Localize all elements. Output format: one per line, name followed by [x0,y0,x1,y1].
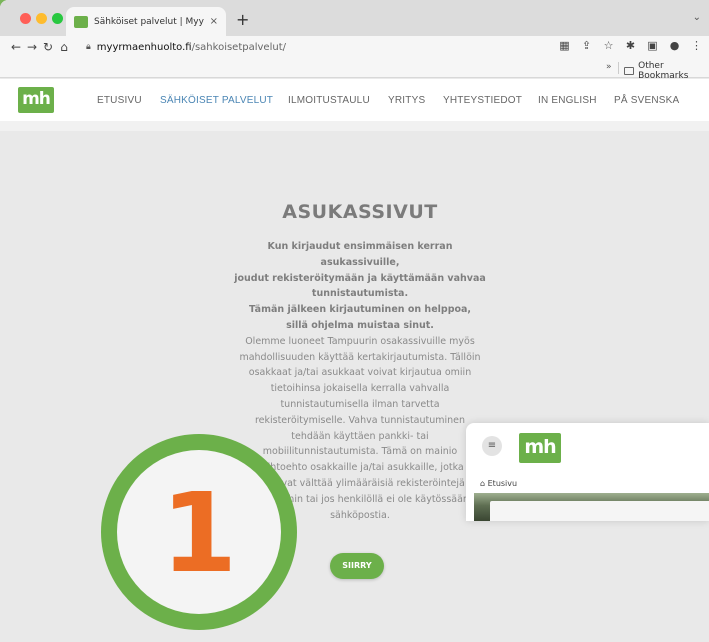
nav-item-yhteystiedot[interactable]: YHTEYSTIEDOT [443,95,522,106]
home-icon[interactable]: ⌂ [480,479,485,488]
intro-bold-line: sillä ohjelma muistaa sinut. [286,319,434,331]
translate-icon[interactable]: ▦ [558,39,571,52]
share-icon[interactable]: ⇪ [580,39,593,52]
bookmark-star-icon[interactable]: ☆ [602,39,615,52]
nav-item-ilmoitustaulu[interactable]: ILMOITUSTAULU [288,95,370,106]
site-header: mh ETUSIVU SÄHKÖISET PALVELUT ILMOITUSTA… [0,79,709,121]
hero-card [490,501,709,521]
extensions-puzzle-icon[interactable]: ✱ [624,39,637,52]
step-number: 1 [160,469,238,597]
body-line: mobiilitunnistautumista. Tämä on mainio [262,446,458,458]
nav-item-etusivu[interactable]: ETUSIVU [97,95,142,106]
hamburger-menu-icon[interactable]: ≡ [482,436,502,456]
intro-bold-line: joudut rekisteröitymään ja käyttämään va… [234,272,486,284]
toolbar-icons: ▦ ⇪ ☆ ✱ ▣ ● ⋮ [558,39,703,52]
intro-bold-line: Tämän jälkeen kirjautuminen on helppoa, [248,304,472,316]
home-icon[interactable]: ⌂ [56,40,72,54]
content-top-band [0,121,709,131]
url-path: /sahkoisetpalvelut/ [191,41,286,53]
body-line: tehdään käyttäen pankki- tai [291,430,429,442]
body-line: osakkaat ja/tai asukkaat voivat kirjautu… [248,367,472,379]
bookmarks-overflow-icon[interactable]: » [606,62,612,72]
back-arrow-icon[interactable]: ← [8,40,24,54]
url-host: myyrmaenhuolto.fi [96,41,192,53]
browser-toolbar: ← → ↻ ⌂ 🔒︎ myyrmaenhuolto.fi /sahkoisetp… [0,36,709,58]
nav-item-in-english[interactable]: IN ENGLISH [538,95,597,106]
profile-avatar-icon[interactable]: ● [668,39,681,52]
body-line: tietoihinsa jokaisella kerralla vahvalla [270,383,450,395]
siirry-button[interactable]: SIIRRY [330,553,384,579]
minimize-window-button[interactable] [36,13,47,24]
tab-title: Sähköiset palvelut | Myyrmäen [94,16,204,27]
lock-icon: 🔒︎ [86,42,91,52]
folder-icon [624,67,635,75]
nav-item-sahkoiset-palvelut[interactable]: SÄHKÖISET PALVELUT [160,95,273,106]
intro-bold-line: Kun kirjaudut ensimmäisen kerran [267,241,453,252]
body-line: Olemme luoneet Tampuurin osakassivuille … [245,335,475,347]
other-bookmarks-folder[interactable]: Other Bookmarks [624,61,709,81]
mobile-site-logo[interactable]: mh [519,433,561,463]
intro-bold-line: tunnistautumista. [311,288,409,300]
kebab-menu-icon[interactable]: ⋮ [690,39,703,52]
step-badge: 1 [117,450,281,614]
body-line: rekisteröitymiselle. Vahva tunnistautumi… [254,414,466,426]
tab-strip: Sähköiset palvelut | Myyrmäen × + ⌄ [0,0,709,36]
nav-item-pa-svenska[interactable]: PÅ SVENSKA [614,95,679,106]
breadcrumb: ⌂ Etusivu [480,479,517,488]
breadcrumb-item[interactable]: Etusivu [488,479,517,488]
reload-icon[interactable]: ↻ [40,40,56,54]
sidebar-icon[interactable]: ▣ [646,39,659,52]
nav-item-yritys[interactable]: YRITYS [388,95,425,106]
mobile-preview: ≡ mh ⌂ Etusivu [466,423,709,521]
browser-window: Sähköiset palvelut | Myyrmäen × + ⌄ ← → … [0,0,709,642]
bookmarks-divider [618,62,619,74]
body-line: mahdollisuuden käyttää kertakirjautumist… [239,351,481,363]
new-tab-button[interactable]: + [236,12,249,28]
close-window-button[interactable] [20,13,31,24]
maximize-window-button[interactable] [52,13,63,24]
intro-bold-line: asukassivuille, [320,256,400,268]
other-bookmarks-label: Other Bookmarks [638,61,689,81]
body-line: tunnistautumisella ilman tarvetta [280,398,440,410]
page-title: ASUKASSIVUT [282,201,438,223]
browser-tab-active[interactable]: Sähköiset palvelut | Myyrmäen × [66,7,226,36]
close-tab-icon[interactable]: × [210,16,218,27]
bookmarks-bar: » Other Bookmarks [0,58,709,81]
tab-list-chevron-icon[interactable]: ⌄ [693,12,701,23]
forward-arrow-icon[interactable]: → [24,40,40,54]
site-logo[interactable]: mh [18,87,54,113]
favicon-icon [74,15,88,28]
address-bar[interactable]: 🔒︎ myyrmaenhuolto.fi /sahkoisetpalvelut/ [86,42,286,53]
